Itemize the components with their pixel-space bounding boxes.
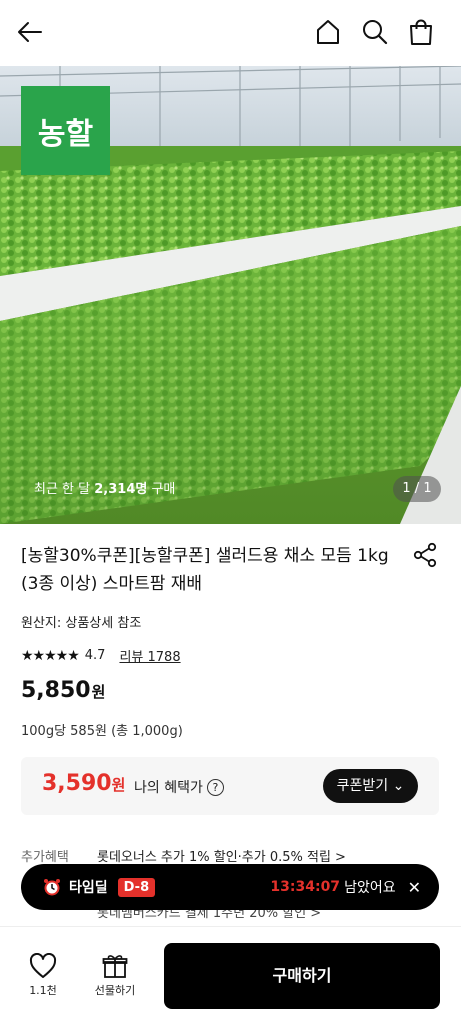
brand-logo: 농할: [21, 86, 110, 175]
shopping-bag-icon: [410, 19, 432, 45]
share-button[interactable]: [412, 542, 438, 568]
cart-button[interactable]: [407, 18, 435, 46]
extra-benefit-link[interactable]: 롯데오너스 추가 1% 할인·추가 0.5% 적립 >: [97, 846, 346, 865]
dday-badge: D-8: [117, 877, 156, 897]
reviews-link[interactable]: 리뷰 1788: [119, 646, 180, 665]
gift-icon: [102, 955, 128, 978]
home-icon: [317, 20, 339, 44]
alarm-clock-icon: [44, 879, 60, 896]
like-count: 1.1천: [29, 984, 57, 997]
bottom-bar: 1.1천 선물하기 구매하기: [0, 926, 461, 1025]
search-icon: [363, 20, 388, 45]
timedeal-banner[interactable]: 타임딜 D-8 13:34:07 남았어요 ✕: [21, 864, 439, 910]
extra-benefit-label: 추가혜택: [21, 850, 69, 865]
arrow-left-icon: [18, 22, 42, 42]
share-icon: [413, 542, 437, 568]
top-bar: [0, 0, 461, 66]
origin-info: 원산지: 상품상세 참조: [21, 616, 142, 631]
benefit-price: 3,590원: [42, 771, 126, 796]
buy-button[interactable]: 구매하기: [164, 943, 440, 1009]
benefit-label: 나의 혜택가 ?: [134, 777, 224, 797]
recent-buyers-text: 최근 한 달 2,314명 구매: [34, 482, 176, 497]
heart-icon: [29, 952, 57, 978]
search-button[interactable]: [361, 18, 389, 46]
help-icon[interactable]: ?: [206, 778, 224, 796]
product-image[interactable]: 농할 최근 한 달 2,314명 구매 1 / 1: [0, 66, 461, 524]
remaining-text: 남았어요: [344, 880, 396, 896]
gift-label: 선물하기: [94, 984, 136, 997]
unit-price: 100g당 585원 (총 1,000g): [21, 724, 183, 739]
like-button[interactable]: 1.1천: [20, 952, 66, 998]
product-price: 5,850원: [21, 678, 106, 703]
coupon-button[interactable]: 쿠폰받기 ⌄: [323, 769, 418, 803]
benefit-box: 3,590원 나의 혜택가 ? 쿠폰받기 ⌄: [21, 757, 439, 815]
gift-button[interactable]: 선물하기: [90, 953, 140, 998]
timedeal-label: 타임딜: [69, 880, 108, 896]
product-title: [농할30%쿠폰][농할쿠폰] 샐러드용 채소 모듬 1kg (3종 이상) 스…: [21, 546, 389, 594]
close-icon[interactable]: ✕: [408, 878, 421, 897]
home-button[interactable]: [314, 18, 342, 46]
rating-value: 4.7: [84, 648, 106, 663]
countdown-timer: 13:34:07: [270, 879, 341, 895]
rating-stars-icon: ★★★★★: [21, 647, 80, 664]
rating-row: ★★★★★ 4.7 리뷰 1788: [21, 646, 181, 666]
back-button[interactable]: [16, 18, 44, 46]
image-pager: 1 / 1: [393, 476, 441, 502]
